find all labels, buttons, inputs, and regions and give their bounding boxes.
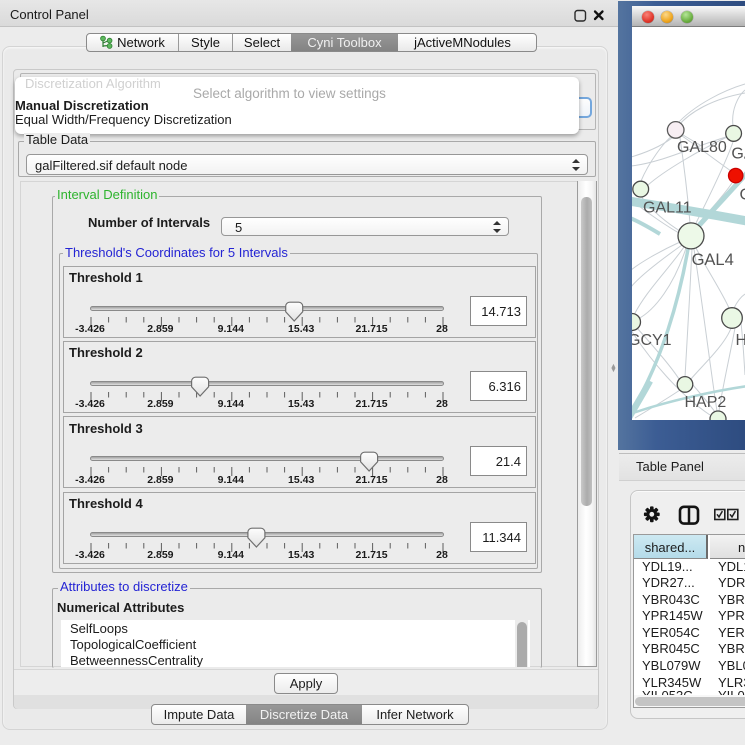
svg-text:HAP2: HAP2 bbox=[685, 394, 727, 411]
svg-text:GAL4: GAL4 bbox=[692, 251, 734, 269]
svg-text:GA: GA bbox=[731, 146, 745, 163]
svg-text:GCY1: GCY1 bbox=[632, 332, 672, 349]
svg-text:C: C bbox=[740, 187, 745, 204]
svg-text:GAL11: GAL11 bbox=[643, 200, 692, 217]
svg-text:H: H bbox=[736, 332, 745, 349]
svg-text:GAL80: GAL80 bbox=[677, 139, 727, 156]
